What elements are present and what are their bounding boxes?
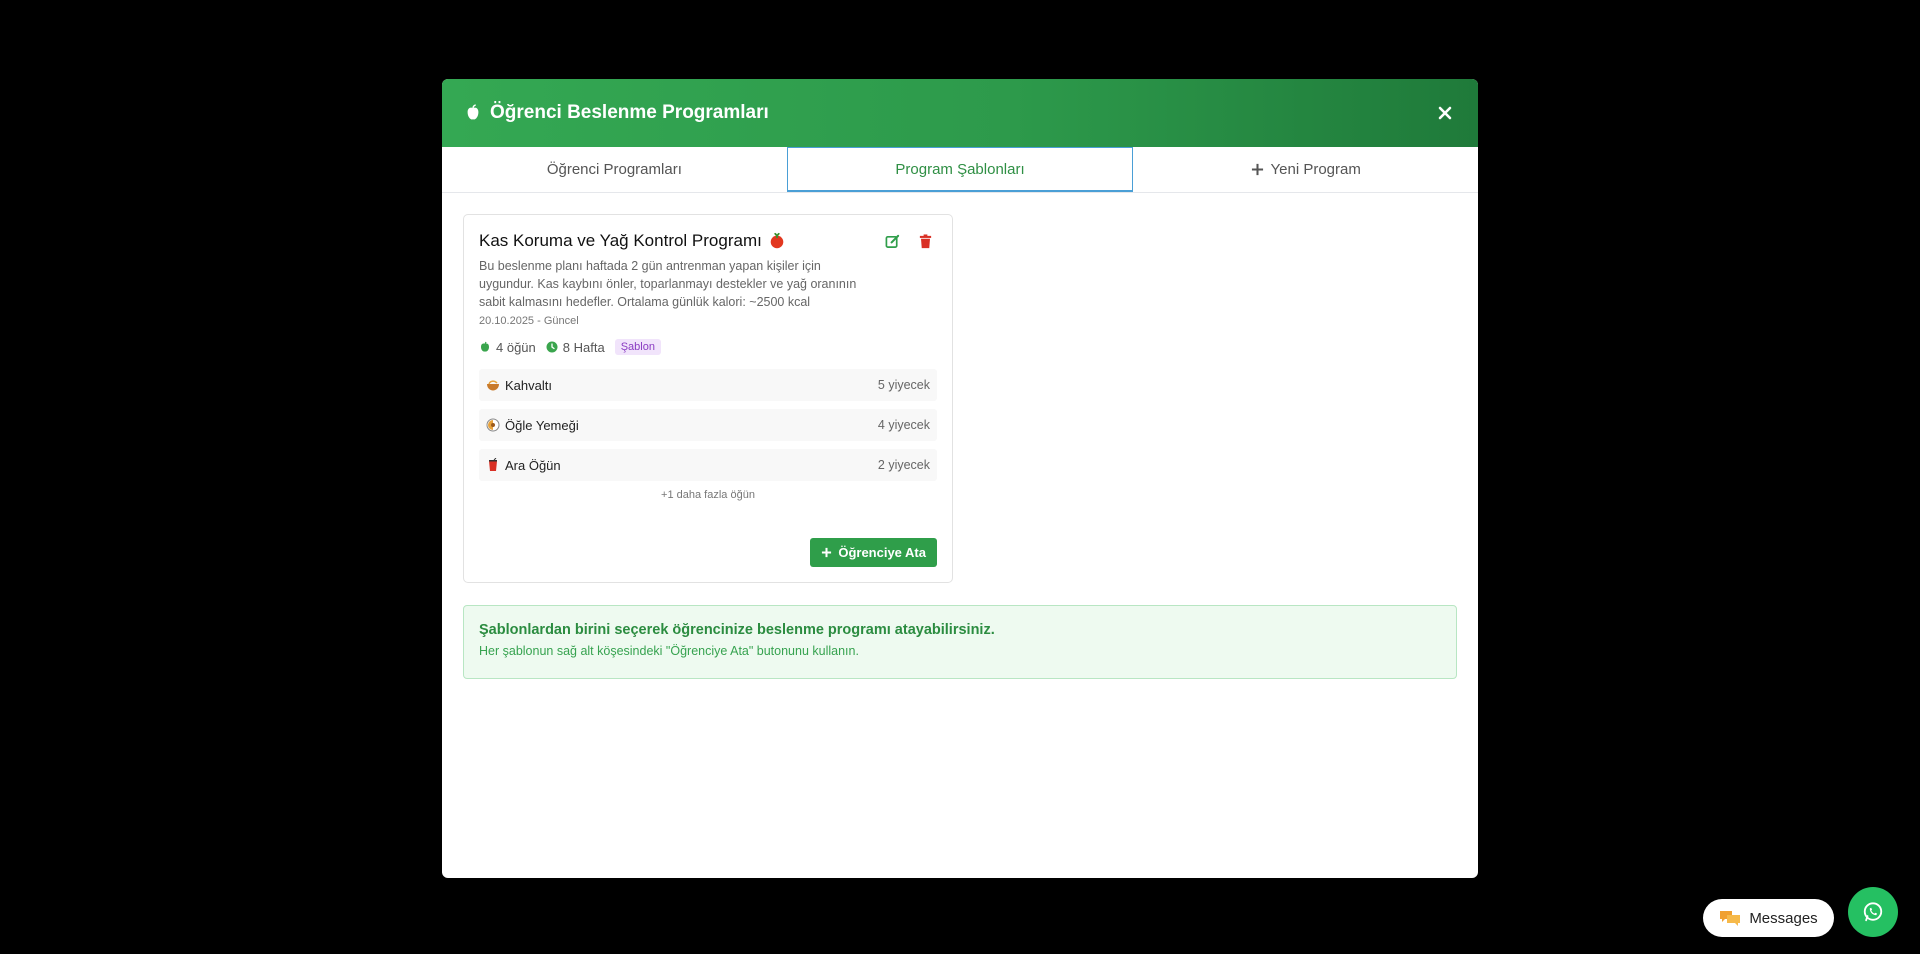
chat-icon: [1719, 909, 1741, 927]
more-meals-text: +1 daha fazla öğün: [661, 489, 755, 501]
meal-row-breakfast: Kahvaltı 5 yiyecek: [479, 369, 937, 401]
tab-student-programs[interactable]: Öğrenci Programları: [442, 147, 787, 192]
template-meta: 4 öğün 8 Hafta Şablon: [479, 339, 937, 355]
edit-icon[interactable]: [885, 234, 900, 249]
messages-button[interactable]: Messages: [1703, 899, 1834, 937]
meal-list: Kahvaltı 5 yiyecek Öğle Yemeği 4 yiyecek: [479, 369, 937, 481]
tab-label: Öğrenci Programları: [546, 161, 682, 178]
tomato-icon: [768, 232, 786, 250]
duration: 8 Hafta: [562, 339, 605, 355]
whatsapp-icon: [1862, 901, 1884, 923]
bowl-icon: [486, 378, 500, 392]
close-button[interactable]: [1434, 102, 1456, 124]
meals-count: 4 öğün: [496, 339, 536, 355]
template-description: Bu beslenme planı haftada 2 gün antrenma…: [479, 259, 857, 309]
apple-icon: [479, 341, 491, 353]
info-subtitle: Her şablonun sağ alt köşesindeki "Öğrenc…: [479, 644, 859, 658]
template-title: Kas Koruma ve Yağ Kontrol Programı: [479, 231, 786, 251]
close-icon: [1438, 106, 1452, 120]
info-title: Şablonlardan birini seçerek öğrencinize …: [479, 622, 995, 638]
modal-title-text: Öğrenci Beslenme Programları: [490, 102, 769, 123]
apple-icon: [464, 104, 482, 122]
clock-icon: [546, 341, 558, 353]
trash-icon[interactable]: [918, 234, 933, 249]
whatsapp-button[interactable]: [1848, 887, 1898, 937]
info-box: Şablonlardan birini seçerek öğrencinize …: [463, 605, 1457, 679]
template-date: 20.10.2025 - Güncel: [479, 315, 579, 327]
tab-label: Program Şablonları: [895, 160, 1025, 178]
meal-row-lunch: Öğle Yemeği 4 yiyecek: [479, 409, 937, 441]
cup-icon: [486, 458, 500, 472]
template-badge: Şablon: [614, 339, 661, 355]
plus-icon: [1251, 163, 1264, 176]
messages-label: Messages: [1749, 909, 1818, 927]
tab-bar: Öğrenci Programları Program Şablonları Y…: [442, 147, 1478, 193]
modal-header: Öğrenci Beslenme Programları: [442, 79, 1478, 147]
tab-label: Yeni Program: [1270, 161, 1361, 178]
nutrition-programs-modal: Öğrenci Beslenme Programları Öğrenci Pro…: [442, 79, 1478, 878]
plus-icon: [822, 547, 832, 558]
template-card: Kas Koruma ve Yağ Kontrol Programı Bu be…: [463, 214, 953, 583]
modal-title: Öğrenci Beslenme Programları: [464, 102, 769, 124]
assign-to-student-button[interactable]: Öğrenciye Ata: [810, 538, 937, 567]
tab-content: Kas Koruma ve Yağ Kontrol Programı Bu be…: [442, 193, 1478, 679]
plate-icon: [486, 418, 500, 432]
meal-row-snack: Ara Öğün 2 yiyecek: [479, 449, 937, 481]
tab-new-program[interactable]: Yeni Program: [1133, 147, 1478, 192]
tab-program-templates[interactable]: Program Şablonları: [786, 147, 1134, 192]
